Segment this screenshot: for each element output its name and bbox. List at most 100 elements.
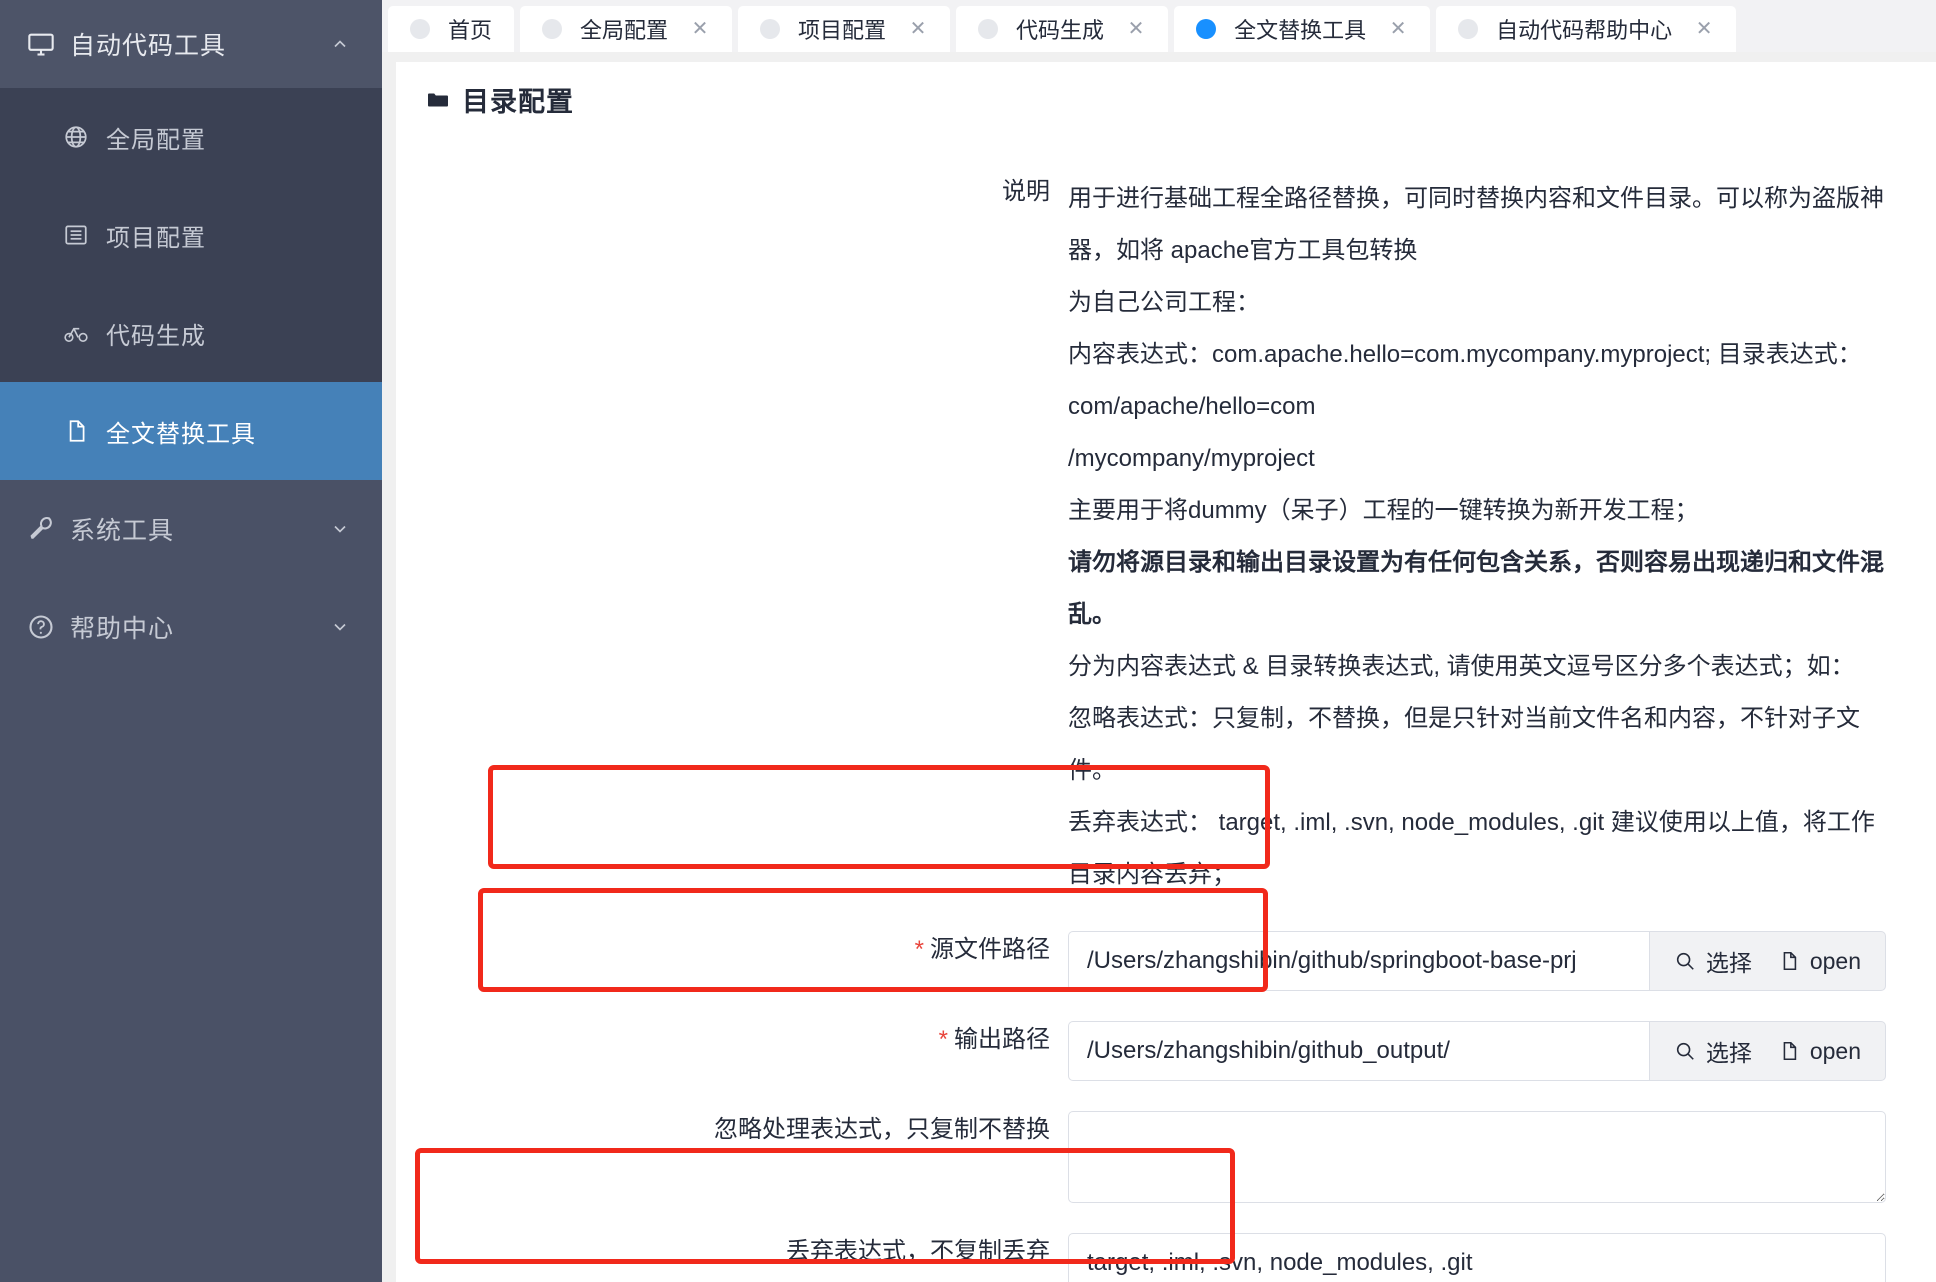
ignore-expr-field-area [1068, 1111, 1886, 1203]
output-path-input[interactable] [1068, 1021, 1649, 1081]
tab-full-text-replace-tool[interactable]: 全文替换工具 ✕ [1174, 6, 1431, 52]
source-path-actions: 选择 open [1648, 931, 1886, 991]
tab-bar: 首页 全局配置 ✕ 项目配置 ✕ 代码生成 ✕ 全文替换工具 ✕ 自动代码帮助中… [382, 0, 1936, 52]
required-star: * [914, 936, 924, 963]
list-icon [62, 221, 90, 249]
tab-label: 全文替换工具 [1234, 18, 1367, 43]
tab-auto-code-help-center[interactable]: 自动代码帮助中心 ✕ [1436, 6, 1737, 52]
tab-label: 首页 [448, 18, 493, 43]
sidebar-item-code-generation[interactable]: 代码生成 [0, 284, 382, 382]
open-label: open [1809, 1037, 1861, 1064]
tab-label: 代码生成 [1016, 18, 1105, 43]
source-path-select-button[interactable]: 选择 [1674, 944, 1752, 978]
output-path-select-button[interactable]: 选择 [1674, 1034, 1752, 1068]
close-icon[interactable]: ✕ [1388, 19, 1408, 39]
source-path-input[interactable] [1068, 931, 1649, 991]
form-body: 说明 用于进行基础工程全路径替换，可同时替换内容和文件目录。可以称为盗版神器，如… [396, 137, 1936, 1282]
close-icon[interactable]: ✕ [690, 19, 710, 39]
discard-expr-label: 丢弃表达式，不复制丢弃 [786, 1238, 1050, 1265]
sidebar-filler [0, 676, 382, 1282]
tab-project-config[interactable]: 项目配置 ✕ [738, 6, 951, 52]
discard-expr-field-area [1068, 1233, 1886, 1282]
page-title: 目录配置 [396, 62, 1936, 137]
monitor-icon [26, 29, 56, 59]
sidebar-header[interactable]: 自动代码工具 [0, 0, 382, 88]
description-line: 主要用于将dummy（呆子）工程的一键转换为新开发工程； [1068, 497, 1699, 524]
tab-label: 项目配置 [798, 18, 887, 43]
chevron-down-icon[interactable] [328, 519, 352, 539]
description-label: 说明 [1002, 178, 1050, 205]
description-line-warning: 请勿将源目录和输出目录设置为有任何包含关系，否则容易出现递归和文件混乱。 [1068, 549, 1884, 628]
sidebar-group-label: 系统工具 [70, 517, 175, 545]
sidebar-item-label: 全文替换工具 [106, 420, 256, 448]
sidebar-group-help-center[interactable]: 帮助中心 [0, 578, 382, 676]
chevron-up-icon[interactable] [328, 34, 352, 54]
description-row: 说明 用于进行基础工程全路径替换，可同时替换内容和文件目录。可以称为盗版神器，如… [396, 173, 1886, 901]
description-line: /mycompany/myproject [1068, 445, 1315, 472]
tab-home[interactable]: 首页 [388, 6, 515, 52]
content-wrapper: 目录配置 说明 用于进行基础工程全路径替换，可同时替换内容和文件目录。可以称为盗… [382, 52, 1936, 1282]
file-icon [1778, 950, 1800, 972]
output-path-label: * 输出路径 [396, 1021, 1068, 1059]
app-root: 自动代码工具 全局配置 项目配置 代码生成 全文替换工具 系统工具 帮助中心 首… [0, 0, 1936, 1282]
sidebar-header-title: 自动代码工具 [70, 32, 227, 60]
folder-icon [426, 88, 450, 112]
description-line: 忽略表达式：只复制，不替换，但是只针对当前文件名和内容，不针对子文件。 [1068, 705, 1860, 784]
form-row-ignore-expr: 忽略处理表达式，只复制不替换 [396, 1111, 1886, 1203]
tab-label: 自动代码帮助中心 [1496, 18, 1673, 43]
form-row-output-path: * 输出路径 /Users/zhangshibin/github_output/… [396, 1021, 1886, 1081]
sidebar-group-auto-code: 全局配置 项目配置 代码生成 全文替换工具 [0, 88, 382, 480]
sidebar-item-project-config[interactable]: 项目配置 [0, 186, 382, 284]
tab-status-dot [760, 19, 781, 39]
tab-label: 全局配置 [580, 18, 669, 43]
close-icon[interactable]: ✕ [1694, 19, 1714, 39]
description-body: 用于进行基础工程全路径替换，可同时替换内容和文件目录。可以称为盗版神器，如将 a… [1068, 173, 1886, 901]
tab-code-generation[interactable]: 代码生成 ✕ [956, 6, 1169, 52]
close-icon[interactable]: ✕ [1126, 19, 1146, 39]
discard-expr-textarea[interactable] [1068, 1233, 1886, 1282]
source-path-field-area: 选择 o [1068, 931, 1886, 991]
source-path-open-button[interactable]: open [1778, 948, 1861, 975]
form-row-discard-expr: 丢弃表达式，不复制丢弃 [396, 1233, 1886, 1282]
sidebar-item-global-config[interactable]: 全局配置 [0, 88, 382, 186]
ignore-expr-textarea[interactable] [1068, 1111, 1886, 1203]
output-path-input-group: 选择 o [1068, 1021, 1886, 1081]
chevron-down-icon[interactable] [328, 617, 352, 637]
select-label: 选择 [1705, 950, 1752, 976]
sidebar-group-system-tools[interactable]: 系统工具 [0, 480, 382, 578]
close-icon[interactable]: ✕ [908, 19, 928, 39]
output-path-label-text: 输出路径 [954, 1026, 1050, 1053]
wrench-icon [26, 514, 56, 544]
required-star: * [938, 1026, 948, 1053]
search-icon [1674, 1040, 1696, 1062]
sidebar-group-label: 帮助中心 [70, 615, 175, 643]
tab-status-dot [410, 19, 430, 39]
file-icon [62, 417, 90, 445]
description-line: 内容表达式：com.apache.hello=com.mycompany.myp… [1068, 341, 1862, 420]
tab-global-config[interactable]: 全局配置 ✕ [520, 6, 733, 52]
sidebar-item-label: 项目配置 [106, 224, 206, 252]
sidebar-item-label: 代码生成 [106, 322, 206, 350]
description-line: 分为内容表达式 & 目录转换表达式, 请使用英文逗号区分多个表达式；如： [1068, 653, 1855, 680]
ignore-expr-label: 忽略处理表达式，只复制不替换 [714, 1116, 1050, 1143]
source-path-label: * 源文件路径 [396, 931, 1068, 969]
description-line: 为自己公司工程： [1068, 289, 1260, 316]
page-title-text: 目录配置 [462, 87, 574, 117]
globe-icon [62, 123, 90, 151]
open-label: open [1809, 947, 1861, 974]
output-path-open-button[interactable]: open [1778, 1038, 1861, 1065]
tab-status-dot [1196, 19, 1217, 39]
directory-config-card: 目录配置 说明 用于进行基础工程全路径替换，可同时替换内容和文件目录。可以称为盗… [396, 62, 1936, 1282]
tab-status-dot [1458, 19, 1479, 39]
search-icon [1674, 950, 1696, 972]
file-icon [1778, 1040, 1800, 1062]
form-row-source-path: * 源文件路径 /Users/zhangshibin/github/spring… [396, 931, 1886, 991]
sidebar-item-label: 全局配置 [106, 126, 206, 154]
right-pane: 首页 全局配置 ✕ 项目配置 ✕ 代码生成 ✕ 全文替换工具 ✕ 自动代码帮助中… [382, 0, 1936, 1282]
bicycle-icon [62, 319, 90, 347]
sidebar-item-full-text-replace-tool[interactable]: 全文替换工具 [0, 382, 382, 480]
